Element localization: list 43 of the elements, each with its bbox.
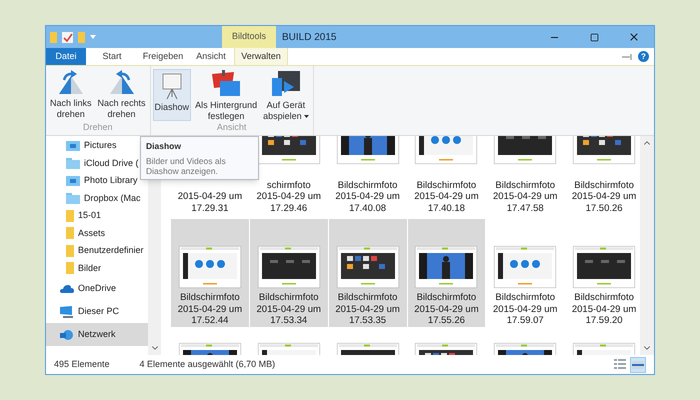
file-name: 2015-04-29 um xyxy=(493,191,558,202)
file-name: 17.40.18 xyxy=(428,202,465,214)
file-name: 17.59.20 xyxy=(586,315,623,326)
file-name: Bildschirmfoto xyxy=(180,292,240,304)
file-name: 17.55.26 xyxy=(428,315,465,326)
selection-info: 4 Elemente ausgewählt (6,70 MB) xyxy=(140,358,276,371)
file-name: Bildschirmfoto xyxy=(416,180,476,191)
window-title: BUILD 2015 xyxy=(281,30,336,44)
file-name: 17.50.26 xyxy=(586,202,623,214)
file-name: 2015-04-29 um xyxy=(178,191,242,202)
file-name: Bildschirmfoto xyxy=(495,180,556,191)
file-name: 2015-04-29 um xyxy=(572,304,636,315)
file-name: 17.59.07 xyxy=(506,315,544,326)
file-name: 2015-04-29 um xyxy=(335,304,400,315)
file-name: Bildschirmfoto xyxy=(495,292,556,304)
file-name: 2015-04-29 um xyxy=(493,304,558,315)
file-name: 17.47.58 xyxy=(506,202,544,214)
file-name: Bildschirmfoto xyxy=(338,180,398,191)
file-name: 2015-04-29 um xyxy=(414,304,479,315)
file-name: 17.29.46 xyxy=(270,202,308,214)
file-name: Bildschirmfoto xyxy=(416,292,476,304)
file-name: schirmfoto xyxy=(266,180,311,191)
file-name: Bildschirmfoto xyxy=(258,292,319,304)
file-name: 17.52.44 xyxy=(191,315,228,326)
file-name: Bildschirmfoto xyxy=(338,292,398,304)
file-name: 2015-04-29 um xyxy=(256,304,321,315)
file-name: 2015-04-29 um xyxy=(572,191,636,202)
file-name: 2015-04-29 um xyxy=(178,304,242,315)
tooltip-title: Diashow xyxy=(146,140,182,153)
file-name: 17.53.34 xyxy=(270,315,308,326)
ribbon-group-label: Drehen xyxy=(82,121,114,134)
file-name: 2015-04-29 um xyxy=(335,191,400,202)
file-name: 17.40.08 xyxy=(349,202,386,214)
file-name: 17.29.31 xyxy=(191,202,228,214)
file-name: 2015-04-29 um xyxy=(256,191,321,202)
file-name: 2015-04-29 um xyxy=(414,191,479,202)
file-name: Bildschirmfoto xyxy=(574,180,634,191)
ribbon-group-label: Ansicht xyxy=(216,121,248,134)
tooltip-text: Bilder und Videos als Diashow anzeigen. xyxy=(146,156,227,176)
item-count: 495 Elemente xyxy=(54,358,110,371)
context-tab-header: Bildtools xyxy=(222,26,276,48)
file-name: 17.53.35 xyxy=(349,315,386,326)
file-name: Bildschirmfoto xyxy=(574,292,634,304)
